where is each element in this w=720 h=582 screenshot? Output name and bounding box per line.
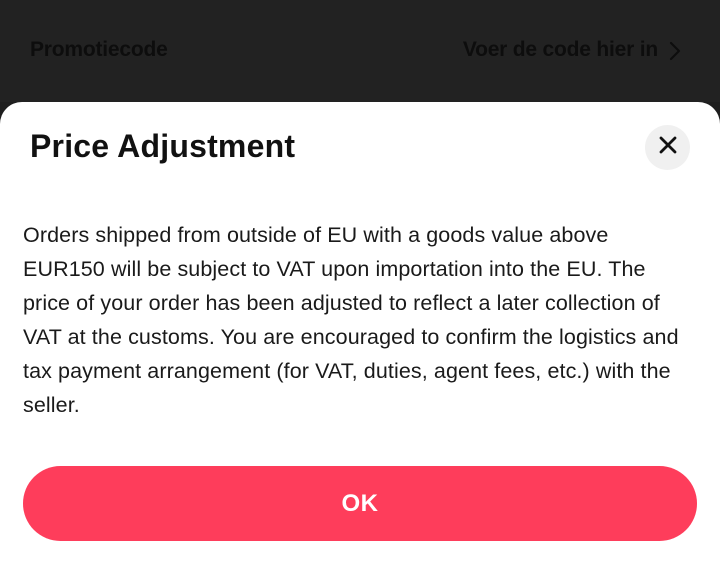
ok-button[interactable]: OK xyxy=(23,466,697,541)
price-adjustment-sheet: Price Adjustment Orders shipped from out… xyxy=(0,102,720,582)
sheet-title: Price Adjustment xyxy=(30,128,296,164)
promo-code-label: Promotiecode xyxy=(30,38,168,61)
close-icon xyxy=(659,136,677,159)
close-button[interactable] xyxy=(645,125,690,170)
ok-button-label: OK xyxy=(341,489,379,517)
promo-code-placeholder[interactable]: Voer de code hier in xyxy=(463,38,658,62)
chevron-right-icon xyxy=(666,40,684,62)
promo-code-row[interactable]: Promotiecode Voer de code hier in xyxy=(0,0,720,102)
sheet-body-text: Orders shipped from outside of EU with a… xyxy=(23,223,679,417)
